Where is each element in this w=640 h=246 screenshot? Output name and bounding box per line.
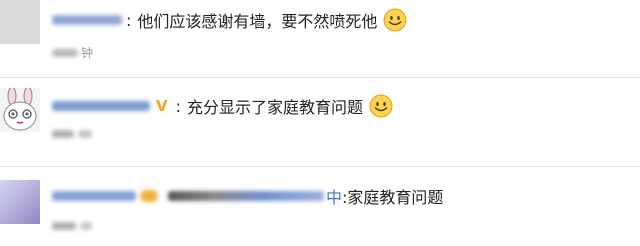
vip-badge: V [156,97,168,115]
comment-meta: 钟 [52,44,93,61]
mention-redacted[interactable] [168,191,324,201]
avatar[interactable] [0,88,40,132]
comment-item: 中 :家庭教育问题 [0,166,640,246]
timestamp-redacted [80,222,92,230]
meta-tag: 钟 [81,46,94,60]
avatar[interactable] [0,0,40,44]
timestamp-redacted [52,48,78,57]
comment-text: :家庭教育问题 [342,188,444,207]
smile-icon [383,8,407,32]
username-redacted[interactable] [52,191,136,201]
smile-icon [369,94,393,118]
comment-item: V : 充分显示了家庭教育问题 [0,78,640,166]
username-redacted[interactable] [52,15,122,25]
avatar[interactable] [0,180,40,224]
timestamp-redacted [52,130,74,138]
mention-tail[interactable]: 中 [326,184,342,208]
comment-line: 中 :家庭教育问题 [52,184,443,208]
timestamp-redacted [52,222,76,230]
timestamp-redacted [78,130,92,138]
comment-item: : 他们应该感谢有墙，要不然喷死他 钟 [0,0,640,78]
comment-meta [52,222,92,230]
comment-text: 充分显示了家庭教育问题 [187,98,364,117]
username-redacted[interactable] [52,101,150,111]
comment-meta [52,130,92,138]
comment-line: : 他们应该感谢有墙，要不然喷死他 [52,8,407,32]
comment-text: 他们应该感谢有墙，要不然喷死他 [137,12,378,31]
colon-separator: : [126,10,132,30]
colon-separator: : [175,96,181,116]
bunny-avatar-icon [3,88,37,131]
comment-line: V : 充分显示了家庭教育问题 [52,94,393,118]
emoji-redacted [140,190,158,202]
